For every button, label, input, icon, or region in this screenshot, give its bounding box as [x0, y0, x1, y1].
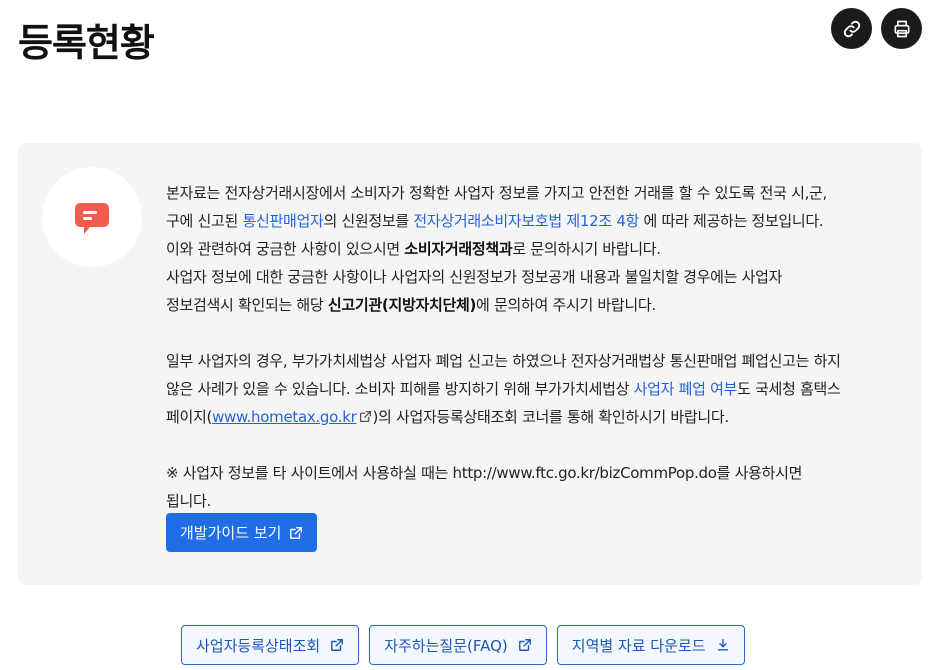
law-link[interactable]: 전자상거래소비자보호법 제12조 4항	[413, 212, 639, 230]
info-avatar	[42, 167, 142, 267]
dev-guide-button-label: 개발가이드 보기	[180, 524, 282, 542]
print-icon	[894, 20, 909, 37]
faq-label: 자주하는질문(FAQ)	[384, 636, 508, 655]
text: ※ 사업자 정보를 타 사이트에서 사용하실 때는 http://www.ftc…	[166, 464, 803, 482]
text: 일부 사업자의 경우, 부가가치세법상 사업자 폐업 신고는 하였으나 전자상거…	[166, 352, 841, 370]
copy-link-button[interactable]	[831, 8, 872, 49]
info-paragraph-1: 본자료는 전자상거래시장에서 소비자가 정확한 사업자 정보를 가지고 안전한 …	[166, 179, 906, 235]
text: 도 국세청 홈택스	[737, 380, 841, 398]
text: 구에 신고된	[166, 212, 243, 230]
bottom-buttons: 사업자등록상태조회 자주하는질문(FAQ) 지역별 자료 다운로드	[181, 625, 745, 665]
text: 정보검색시 확인되는 해당	[166, 296, 328, 314]
hometax-link[interactable]: www.hometax.go.kr	[212, 408, 357, 426]
text: 않은 사례가 있을 수 있습니다. 소비자 피해를 방지하기 위해 부가가치세법…	[166, 380, 634, 398]
info-paragraph-3: 사업자 정보에 대한 궁금한 사항이나 사업자의 신원정보가 정보공개 내용과 …	[166, 263, 906, 319]
info-text: 본자료는 전자상거래시장에서 소비자가 정확한 사업자 정보를 가지고 안전한 …	[166, 179, 906, 515]
link-icon	[843, 20, 860, 37]
chat-bubble-icon	[75, 203, 109, 234]
external-link-icon	[518, 639, 531, 651]
business-status-button[interactable]: 사업자등록상태조회	[181, 625, 360, 665]
text: 사업자 정보에 대한 궁금한 사항이나 사업자의 신원정보가 정보공개 내용과 …	[166, 268, 783, 286]
mail-order-link[interactable]: 통신판매업자	[242, 212, 323, 230]
text: )의 사업자등록상태조회 코너를 통해 확인하시기 바랍니다.	[372, 408, 729, 426]
regional-download-button[interactable]: 지역별 자료 다운로드	[556, 625, 745, 665]
print-button[interactable]	[881, 8, 922, 49]
dev-guide-button[interactable]: 개발가이드 보기	[166, 513, 318, 552]
external-link-icon	[331, 639, 344, 651]
closure-check-link[interactable]: 사업자 폐업 여부	[634, 380, 738, 398]
download-icon	[717, 639, 728, 651]
text: 됩니다.	[166, 492, 211, 510]
page-title: 등록현황	[18, 21, 155, 65]
text: 이와 관련하여 궁금한 사항이 있으시면	[166, 240, 405, 258]
info-panel: 본자료는 전자상거래시장에서 소비자가 정확한 사업자 정보를 가지고 안전한 …	[18, 143, 922, 585]
text: 본자료는 전자상거래시장에서 소비자가 정확한 사업자 정보를 가지고 안전한 …	[166, 184, 828, 202]
policy-division-label: 소비자거래정책과	[404, 240, 513, 258]
text: 에 따라 제공하는 정보입니다.	[639, 212, 824, 230]
text: 페이지(	[166, 408, 213, 426]
regional-download-label: 지역별 자료 다운로드	[571, 636, 706, 655]
external-link-icon	[290, 526, 303, 539]
faq-button[interactable]: 자주하는질문(FAQ)	[369, 625, 547, 665]
top-actions	[831, 8, 922, 49]
external-link-icon	[360, 410, 372, 423]
text: 로 문의하시기 바랍니다.	[512, 240, 661, 258]
info-paragraph-5: ※ 사업자 정보를 타 사이트에서 사용하실 때는 http://www.ftc…	[166, 459, 906, 515]
info-paragraph-4: 일부 사업자의 경우, 부가가치세법상 사업자 폐업 신고는 하였으나 전자상거…	[166, 347, 906, 431]
reporting-agency-label: 신고기관(지방자치단체)	[327, 296, 477, 314]
info-paragraph-2: 이와 관련하여 궁금한 사항이 있으시면 소비자거래정책과로 문의하시기 바랍니…	[166, 235, 906, 263]
text: 의 신원정보를	[323, 212, 414, 230]
business-status-label: 사업자등록상태조회	[196, 636, 321, 655]
text: 에 문의하여 주시기 바랍니다.	[476, 296, 656, 314]
